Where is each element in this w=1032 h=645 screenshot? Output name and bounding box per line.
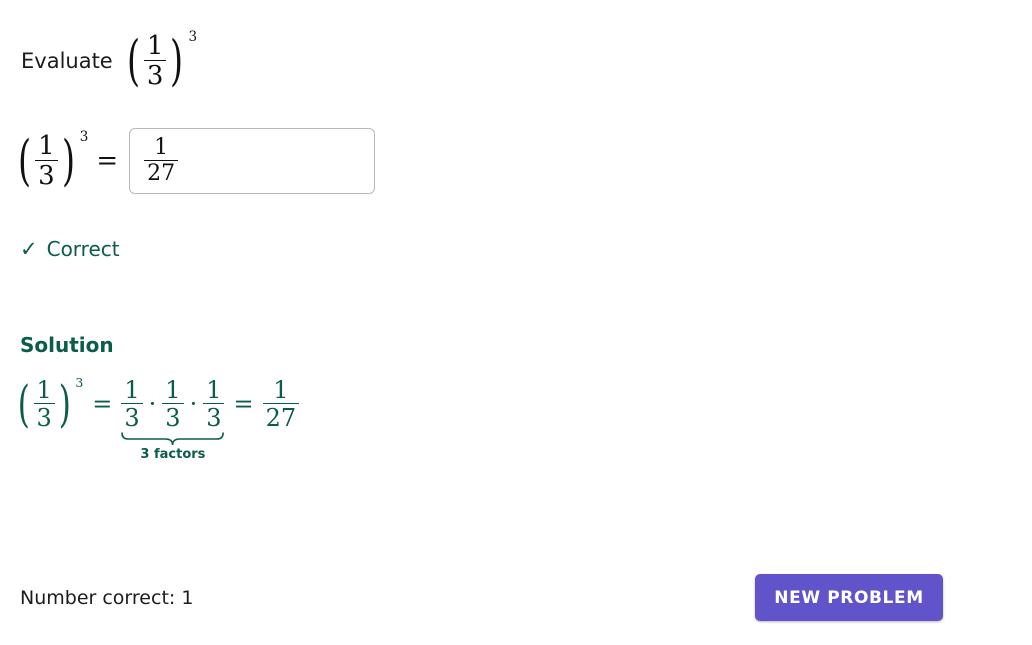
feedback-text: Correct bbox=[47, 237, 120, 261]
fraction-numerator: 1 bbox=[270, 378, 291, 403]
underbrace-label: 3 factors bbox=[121, 447, 224, 462]
solution-lhs-expression: ( 1 3 ) 3 bbox=[14, 378, 83, 430]
fraction-one-third: 1 3 bbox=[35, 133, 58, 189]
solution-exponent: 3 bbox=[75, 377, 83, 389]
open-paren: ( bbox=[18, 137, 31, 186]
equals-sign: = bbox=[96, 146, 118, 176]
fraction-numerator: 1 bbox=[162, 378, 183, 403]
close-paren: ) bbox=[62, 137, 75, 186]
solution-factor-1: 1 3 bbox=[121, 378, 142, 430]
answer-lhs-expression: ( 1 3 ) 3 bbox=[14, 133, 88, 189]
fraction-denominator: 3 bbox=[162, 404, 183, 430]
score-text: Number correct: 1 bbox=[20, 587, 193, 609]
prompt-exponent: 3 bbox=[188, 31, 197, 45]
answer-input[interactable]: 1 27 bbox=[129, 128, 375, 194]
fraction-denominator: 3 bbox=[34, 404, 55, 430]
fraction-one-third: 1 3 bbox=[144, 33, 167, 89]
fraction-denominator: 3 bbox=[35, 161, 58, 189]
fraction-denominator: 27 bbox=[144, 161, 178, 185]
feedback-message: ✓ Correct bbox=[20, 237, 120, 261]
prompt-expression: ( 1 3 ) 3 bbox=[123, 33, 197, 89]
equals-sign-first: = bbox=[92, 390, 112, 418]
prompt-instruction-label: Evaluate bbox=[21, 49, 113, 73]
fraction-denominator: 3 bbox=[203, 404, 224, 430]
open-paren: ( bbox=[127, 37, 140, 86]
solution-parenthesized-fraction: ( 1 3 ) bbox=[14, 378, 74, 430]
new-problem-button[interactable]: NEW PROBLEM bbox=[755, 574, 943, 621]
answer-exponent: 3 bbox=[80, 131, 89, 145]
solution-expression: ( 1 3 ) 3 = 1 3 · 1 3 · bbox=[14, 378, 299, 430]
fraction-numerator: 1 bbox=[34, 378, 55, 403]
fraction-one-twentyseventh: 1 27 bbox=[144, 137, 178, 185]
problem-prompt: Evaluate ( 1 3 ) 3 bbox=[21, 33, 197, 89]
solution-factor-group: 1 3 · 1 3 · 1 3 3 factors bbox=[121, 378, 224, 430]
solution-result-fraction: 1 27 bbox=[263, 378, 300, 430]
answer-row: ( 1 3 ) 3 = 1 27 bbox=[14, 127, 375, 195]
multiplication-dot-1: · bbox=[149, 390, 157, 418]
prompt-parenthesized-fraction: ( 1 3 ) bbox=[123, 33, 188, 89]
solution-factor-3: 1 3 bbox=[203, 378, 224, 430]
fraction-denominator: 3 bbox=[144, 61, 167, 89]
fraction-numerator: 1 bbox=[35, 133, 58, 160]
open-paren: ( bbox=[18, 382, 30, 427]
fraction-one-third: 1 3 bbox=[34, 378, 55, 430]
underbrace-icon bbox=[121, 432, 224, 446]
fraction-numerator: 1 bbox=[203, 378, 224, 403]
solution-heading: Solution bbox=[20, 333, 114, 357]
check-icon: ✓ bbox=[20, 239, 38, 260]
fraction-denominator: 27 bbox=[263, 404, 300, 430]
fraction-numerator: 1 bbox=[121, 378, 142, 403]
equals-sign-second: = bbox=[233, 390, 253, 418]
solution-factor-2: 1 3 bbox=[162, 378, 183, 430]
multiplication-dot-2: · bbox=[190, 390, 198, 418]
fraction-numerator: 1 bbox=[144, 33, 167, 60]
solution-body: ( 1 3 ) 3 = 1 3 · 1 3 · bbox=[14, 378, 299, 430]
close-paren: ) bbox=[59, 382, 71, 427]
fraction-denominator: 3 bbox=[121, 404, 142, 430]
close-paren: ) bbox=[170, 37, 183, 86]
fraction-numerator: 1 bbox=[151, 137, 171, 160]
answer-parenthesized-fraction: ( 1 3 ) bbox=[14, 133, 79, 189]
answer-input-value: 1 27 bbox=[144, 137, 178, 185]
